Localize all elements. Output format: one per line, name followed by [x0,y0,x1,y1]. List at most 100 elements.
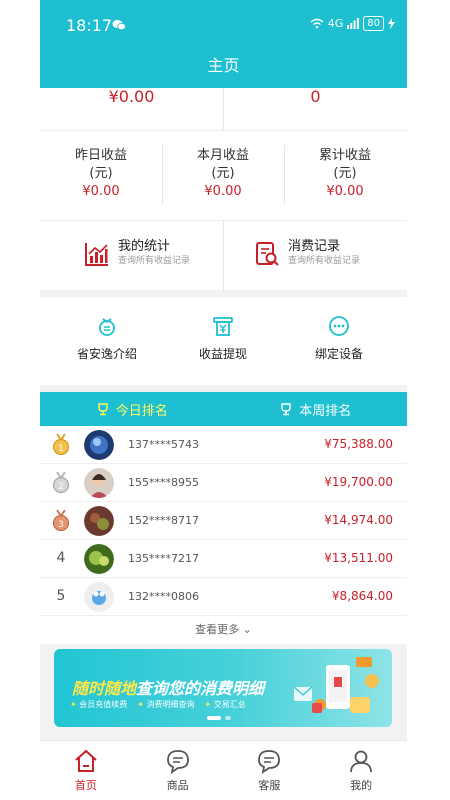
withdraw-button[interactable]: 收益提现 [162,315,284,362]
signal-icon [347,18,360,29]
banner-title-highlight: 随时随地 [72,679,137,698]
medal-number: 3 [58,520,64,530]
chevron-down-icon: ⌄ [242,623,252,636]
ranking-phone: 135****7217 [128,552,199,565]
tab-label: 商品 [166,779,189,792]
bind-device-button[interactable]: 绑定设备 [278,315,400,362]
banner-title: 随时随地查询您的消费明细 [72,675,264,699]
app-header: 18:17 4G 80 主页 [40,0,407,88]
avatar [84,544,114,574]
gold-medal-icon: 1 [52,434,70,456]
ranking-row[interactable]: 3 152****8717 ¥14,974.00 [40,502,407,540]
earnings-panel: 昨日收益 (元) ¥0.00 本月收益 (元) ¥0.00 累计收益 (元) ¥… [40,130,407,220]
stats-panel: 我的统计 查询所有收益记录 消费记录 查询所有收益记录 [40,220,407,291]
stat-subtitle: 查询所有收益记录 [118,256,191,266]
avatar [84,430,114,460]
wifi-icon [310,18,324,29]
ranking-phone: 155****8955 [128,476,199,489]
ranking-row[interactable]: 1 137****5743 ¥75,388.00 [40,426,407,464]
chat-bubble-icon [258,750,281,774]
tab-profile[interactable]: 我的 [315,741,407,800]
stat-title: 我的统计 [118,239,171,254]
earning-label: 累计收益 [318,148,371,163]
ranking-tabs: 今日排名 本周排名 [40,392,407,426]
earning-label: 本月收益 [196,148,249,163]
status-time: 18:17 [66,16,113,35]
banner-tags: 会员充值续费 消费明细查询 交易汇总 [70,699,246,710]
ranking-row[interactable]: 4 135****7217 ¥13,511.00 [40,540,407,578]
network-type: 4G [327,17,344,30]
banner-tag: 消费明细查询 [137,699,195,710]
wechat-icon [112,20,126,31]
silver-medal-icon: 2 [52,472,70,494]
status-icons: 4G 80 [310,16,395,31]
earning-value: ¥0.00 [326,184,364,199]
summary-values: ¥0.00 0 [40,88,407,130]
ranking-amount: ¥8,864.00 [331,589,393,603]
stat-subtitle: 查询所有收益记录 [288,256,361,266]
status-bar: 18:17 4G 80 [40,0,407,50]
stat-title: 消费记录 [288,239,341,254]
intro-icon [99,318,115,336]
battery-level: 80 [363,16,384,31]
earning-unit: (元) [89,166,113,181]
ranking-list: 1 137****5743 ¥75,388.00 2 155****8955 ¥… [40,426,407,616]
tab-products[interactable]: 商品 [132,741,224,800]
tab-customer-service[interactable]: 客服 [224,741,316,800]
tab-label: 本周排名 [299,403,352,419]
more-dots-icon [329,316,349,336]
user-icon [350,750,373,773]
earning-label: 昨日收益 [74,148,127,163]
ranking-row[interactable]: 2 155****8955 ¥19,700.00 [40,464,407,502]
earning-total[interactable]: 累计收益 (元) ¥0.00 [284,147,406,201]
banner-tag: 交易汇总 [205,699,246,710]
ranking-phone: 137****5743 [128,438,199,451]
record-search-icon [256,241,279,266]
earning-unit: (元) [211,166,235,181]
service-label: 省安逸介绍 [76,347,137,361]
ranking-row[interactable]: 5 132****0806 ¥8,864.00 [40,578,407,616]
tab-today-ranking[interactable]: 今日排名 [40,392,224,426]
ranking-amount: ¥13,511.00 [324,551,393,565]
charging-icon [388,18,395,29]
earning-unit: (元) [333,166,357,181]
earning-value: ¥0.00 [204,184,242,199]
phone-screen: 18:17 4G 80 主页 ¥0.00 0 昨日收益 (元) ¥0.00 本月… [40,0,407,800]
banner-title-rest: 查询您的消费明细 [136,679,265,698]
earning-yesterday[interactable]: 昨日收益 (元) ¥0.00 [40,147,162,201]
trophy-icon [98,403,108,416]
avatar [84,582,114,612]
home-icon [75,749,97,772]
phone-illustration-icon [293,657,379,713]
tab-week-ranking[interactable]: 本周排名 [224,392,408,426]
divider [223,221,224,291]
medal-number: 1 [58,444,64,454]
service-label: 绑定设备 [314,347,363,361]
banner-tag: 会员充值续费 [70,699,127,710]
bottom-tabbar: 首页 商品 客服 我的 [40,740,407,800]
earning-month[interactable]: 本月收益 (元) ¥0.00 [162,147,284,201]
ranking-phone: 132****0806 [128,590,199,603]
tab-label: 我的 [350,779,373,792]
ranking-amount: ¥19,700.00 [324,475,393,489]
my-stats-button[interactable]: 我的统计 查询所有收益记录 [84,239,190,268]
chat-bubble-icon [166,750,189,774]
tab-label: 今日排名 [115,403,168,419]
see-more-link[interactable]: 查看更多 ⌄ [40,616,407,644]
tab-home[interactable]: 首页 [40,741,132,800]
pagination-dot[interactable] [207,716,221,720]
earning-value: ¥0.00 [82,184,120,199]
ranking-phone: 152****8717 [128,514,199,527]
balance-value: ¥0.00 [108,87,155,106]
tab-label: 首页 [74,779,97,792]
consumption-records-button[interactable]: 消费记录 查询所有收益记录 [254,239,360,268]
page-title: 主页 [207,56,240,75]
avatar [84,506,114,536]
pagination-dot[interactable] [225,716,231,720]
intro-button[interactable]: 省安逸介绍 [46,315,168,362]
see-more-label: 查看更多 [195,623,240,636]
trophy-icon [281,403,291,416]
ranking-number: 4 [56,550,66,566]
withdraw-icon [213,317,233,336]
ranking-number: 5 [56,588,66,604]
